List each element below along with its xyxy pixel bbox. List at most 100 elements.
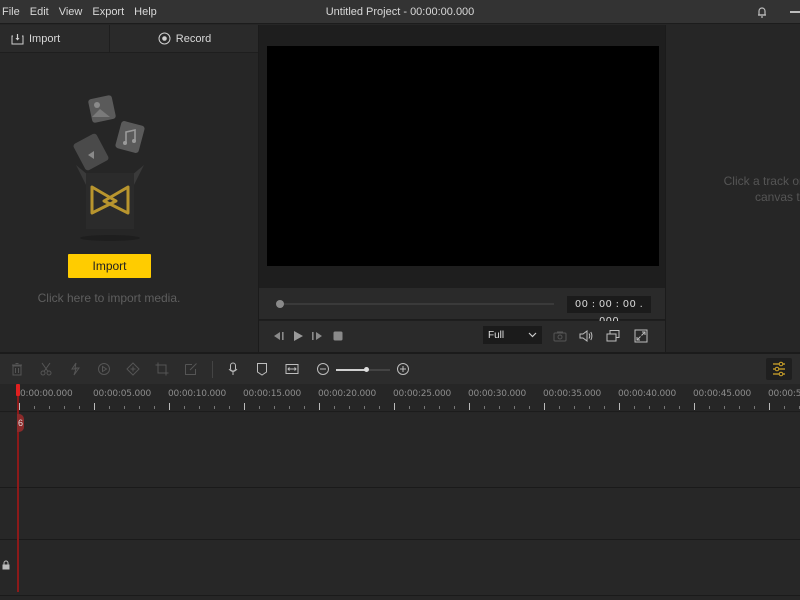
playhead-handle[interactable]: [16, 384, 20, 396]
ruler-minor-tick: [589, 406, 590, 409]
timeline: 0:00:00.000 00:00:05.000 00:00:10.000 00:00…: [0, 384, 800, 600]
seek-track[interactable]: [279, 303, 554, 305]
ruler-minor-tick: [64, 406, 65, 409]
snapshot-icon[interactable]: [553, 329, 567, 343]
microphone-icon[interactable]: [226, 362, 240, 376]
import-hint[interactable]: Click here to import media.: [0, 291, 218, 305]
ruler-minor-tick: [379, 406, 380, 409]
cut-icon[interactable]: [39, 362, 53, 376]
zoom-out-icon[interactable]: [316, 362, 330, 376]
ruler-tick-label: 00:00:15.000: [243, 389, 302, 399]
ruler-major-tick: [244, 403, 245, 410]
lock-icon[interactable]: [2, 560, 10, 570]
title-bar: File Edit View Export Help Untitled Proj…: [0, 0, 800, 24]
track-settings-button[interactable]: [766, 358, 792, 380]
speed-icon[interactable]: [97, 362, 111, 376]
zoom-slider-handle[interactable]: [363, 367, 369, 372]
ruler-minor-tick: [409, 406, 410, 409]
media-panel: Import Record Import Click here to impor…: [0, 25, 259, 352]
ruler-minor-tick: [529, 406, 530, 409]
timeline-track[interactable]: [0, 413, 800, 488]
ruler-minor-tick: [634, 406, 635, 409]
ruler-tick-label: 00:00:20.000: [318, 389, 377, 399]
menu-file[interactable]: File: [0, 6, 26, 18]
properties-hint-line1: Click a track on the t: [723, 174, 800, 188]
record-icon: [158, 32, 171, 45]
ruler-major-tick: [319, 403, 320, 410]
import-illustration[interactable]: [70, 95, 150, 245]
menu-help[interactable]: Help: [132, 6, 163, 18]
minimize-icon[interactable]: [790, 11, 800, 13]
fullscreen-icon[interactable]: [634, 329, 648, 343]
preview-zoom-select[interactable]: Full: [483, 326, 542, 344]
ruler-minor-tick: [259, 406, 260, 409]
zoom-slider-fill: [336, 369, 366, 371]
split-icon[interactable]: [68, 362, 82, 376]
toolbar-separator: [212, 361, 213, 378]
crop-icon[interactable]: [155, 362, 169, 376]
marker-icon[interactable]: [255, 362, 269, 376]
ruler-minor-tick: [184, 406, 185, 409]
seek-bar-row: 00 : 00 : 00 . 000: [259, 288, 666, 327]
ruler-tick-label: 00:00:25.000: [393, 389, 452, 399]
ruler-major-tick: [94, 403, 95, 410]
timeline-track[interactable]: [0, 540, 800, 596]
bell-icon[interactable]: [755, 5, 769, 19]
fit-timeline-icon[interactable]: [285, 362, 299, 376]
menu-bar: File Edit View Export Help: [0, 0, 165, 24]
time-ruler[interactable]: 0:00:00.000 00:00:05.000 00:00:10.000 00:00…: [0, 384, 800, 412]
ruler-major-tick: [169, 403, 170, 410]
ruler-major-tick: [619, 403, 620, 410]
tab-import[interactable]: Import: [0, 25, 110, 52]
import-icon: [11, 33, 24, 44]
ruler-minor-tick: [349, 406, 350, 409]
ruler-tick-label: 00:00:40.000: [618, 389, 677, 399]
menu-export[interactable]: Export: [90, 6, 130, 18]
ruler-minor-tick: [649, 406, 650, 409]
pop-out-icon[interactable]: [606, 329, 620, 343]
ruler-minor-tick: [574, 406, 575, 409]
settings-sliders-icon: [773, 361, 785, 377]
ruler-minor-tick: [484, 406, 485, 409]
ruler-tick-label: 00:00:10.000: [168, 389, 227, 399]
ruler-minor-tick: [139, 406, 140, 409]
zoom-in-icon[interactable]: [396, 362, 410, 376]
previous-frame-icon[interactable]: [272, 329, 286, 343]
properties-hint: Click a track on the t canvas to ed: [688, 173, 800, 205]
playback-controls: Full: [259, 321, 666, 352]
ruler-tick-label: 00:00:05.000: [93, 389, 152, 399]
edit-icon[interactable]: [184, 362, 198, 376]
menu-view[interactable]: View: [57, 6, 89, 18]
play-icon[interactable]: [291, 329, 305, 343]
ruler-minor-tick: [199, 406, 200, 409]
ruler-major-tick: [544, 403, 545, 410]
ruler-minor-tick: [424, 406, 425, 409]
ruler-minor-tick: [679, 406, 680, 409]
ruler-minor-tick: [124, 406, 125, 409]
ruler-minor-tick: [439, 406, 440, 409]
image-file-icon: [88, 95, 116, 123]
stop-icon[interactable]: [331, 329, 345, 343]
ruler-tick-label: 00:00:45.000: [693, 389, 752, 399]
timeline-toolbar: [0, 352, 800, 384]
tab-record-label: Record: [175, 32, 212, 45]
volume-icon[interactable]: [579, 329, 593, 343]
ruler-minor-tick: [289, 406, 290, 409]
delete-icon[interactable]: [10, 362, 24, 376]
timeline-track[interactable]: [0, 488, 800, 540]
zoom-select-value: Full: [488, 329, 505, 341]
next-frame-icon[interactable]: [310, 329, 324, 343]
import-button[interactable]: Import: [68, 254, 151, 278]
ruler-tick-label: 00:00:50.: [768, 389, 800, 399]
tab-record[interactable]: Record: [110, 25, 259, 52]
ruler-minor-tick: [79, 406, 80, 409]
freeze-icon[interactable]: [126, 362, 140, 376]
ruler-minor-tick: [784, 406, 785, 409]
menu-edit[interactable]: Edit: [28, 6, 55, 18]
playhead-tag[interactable]: 6: [17, 414, 24, 432]
seek-handle[interactable]: [276, 300, 284, 308]
preview-canvas[interactable]: [267, 46, 659, 266]
music-file-icon: [115, 121, 145, 153]
timeline-zoom-slider[interactable]: [336, 367, 390, 372]
preview-timecode[interactable]: 00 : 00 : 00 . 000: [567, 296, 651, 327]
